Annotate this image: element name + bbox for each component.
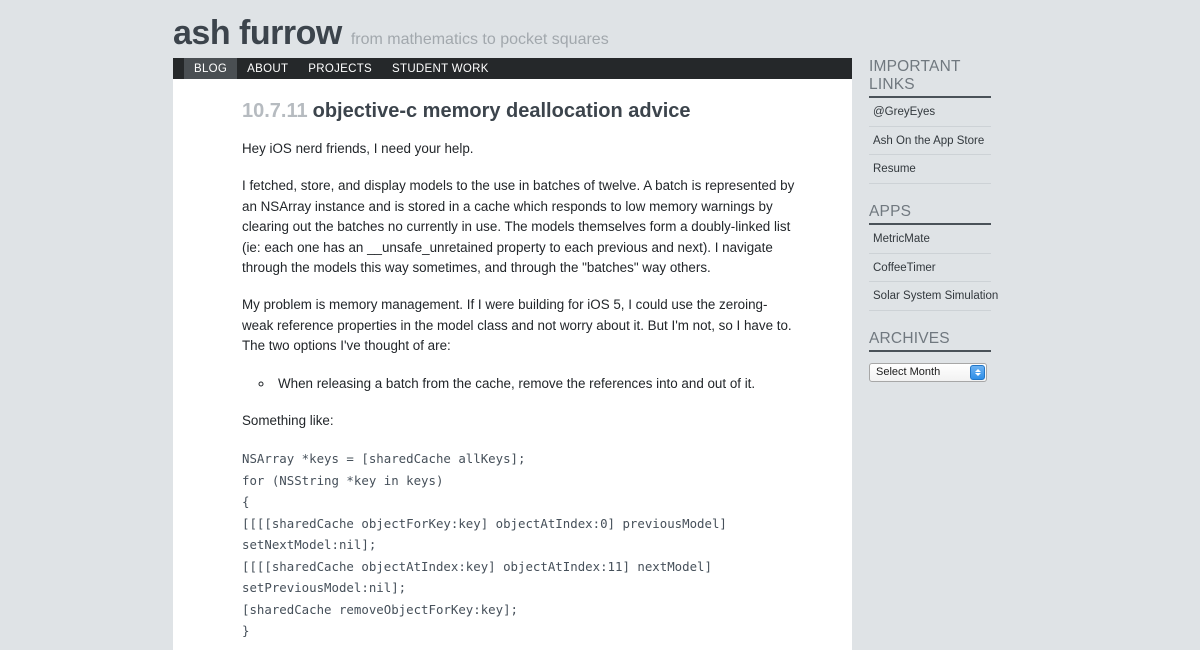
- list-item: MetricMate: [869, 225, 991, 254]
- sidebar-heading-important-links: IMPORTANT LINKS: [869, 58, 991, 98]
- list-item: Ash On the App Store: [869, 127, 991, 156]
- sidebar-link-app-store[interactable]: Ash On the App Store: [869, 127, 991, 155]
- nav-item-about[interactable]: ABOUT: [237, 58, 298, 79]
- sidebar-heading-apps: APPS: [869, 203, 991, 225]
- post-date: 10.7.11: [242, 100, 308, 122]
- sidebar-heading-archives: ARCHIVES: [869, 330, 991, 352]
- page-title: 10.7.11 objective-c memory deallocation a…: [242, 99, 796, 123]
- list-item: @GreyEyes: [869, 98, 991, 127]
- sidebar-link-resume[interactable]: Resume: [869, 155, 991, 183]
- sidebar-link-metricmate[interactable]: MetricMate: [869, 225, 991, 253]
- page-root: ash furrow from mathematics to pocket sq…: [0, 0, 1200, 650]
- site-title: ash furrow: [173, 14, 342, 52]
- sidebar-link-greyeyes[interactable]: @GreyEyes: [869, 98, 991, 126]
- post-title-text: objective-c memory deallocation advice: [312, 100, 691, 122]
- blog-post: 10.7.11 objective-c memory deallocation a…: [173, 79, 852, 642]
- post-option-list: When releasing a batch from the cache, r…: [242, 374, 796, 394]
- sidebar-block-archives: ARCHIVES Select Month: [869, 330, 991, 382]
- nav-item-student-work[interactable]: STUDENT WORK: [382, 58, 499, 79]
- sidebar: IMPORTANT LINKS @GreyEyes Ash On the App…: [869, 58, 998, 398]
- sidebar-block-important-links: IMPORTANT LINKS @GreyEyes Ash On the App…: [869, 58, 991, 184]
- list-item: When releasing a batch from the cache, r…: [274, 374, 796, 394]
- content-area: 10.7.11 objective-c memory deallocation a…: [173, 79, 852, 650]
- nav-leading-spacer: [173, 58, 184, 79]
- list-item: CoffeeTimer: [869, 254, 991, 283]
- main-navigation: BLOG ABOUT PROJECTS STUDENT WORK: [173, 58, 852, 79]
- post-paragraph-something-like: Something like:: [242, 413, 334, 429]
- nav-item-blog[interactable]: BLOG: [184, 58, 238, 79]
- list-item: Solar System Simulation: [869, 282, 998, 311]
- sidebar-list-apps: MetricMate CoffeeTimer Solar System Simu…: [869, 225, 998, 311]
- sidebar-link-solar-system-simulation[interactable]: Solar System Simulation: [869, 282, 998, 310]
- post-body: Hey iOS nerd friends, I need your help. …: [242, 139, 796, 642]
- post-paragraph-1: Hey iOS nerd friends, I need your help.: [242, 141, 474, 156]
- code-block: NSArray *keys = [sharedCache allKeys]; f…: [242, 451, 727, 639]
- archive-select-wrapper: Select Month: [869, 362, 987, 382]
- list-item: Resume: [869, 155, 991, 184]
- sidebar-list-important-links: @GreyEyes Ash On the App Store Resume: [869, 98, 991, 184]
- sidebar-link-coffeetimer[interactable]: CoffeeTimer: [869, 254, 991, 282]
- site-masthead: ash furrow from mathematics to pocket sq…: [173, 16, 609, 50]
- post-paragraph-2: I fetched, store, and display models to …: [242, 178, 795, 276]
- archive-month-select[interactable]: Select Month: [869, 362, 987, 382]
- sidebar-block-apps: APPS MetricMate CoffeeTimer Solar System…: [869, 203, 998, 311]
- nav-item-projects[interactable]: PROJECTS: [298, 58, 382, 79]
- site-tagline: from mathematics to pocket squares: [350, 31, 609, 48]
- post-paragraph-3: My problem is memory management. If I we…: [242, 297, 792, 354]
